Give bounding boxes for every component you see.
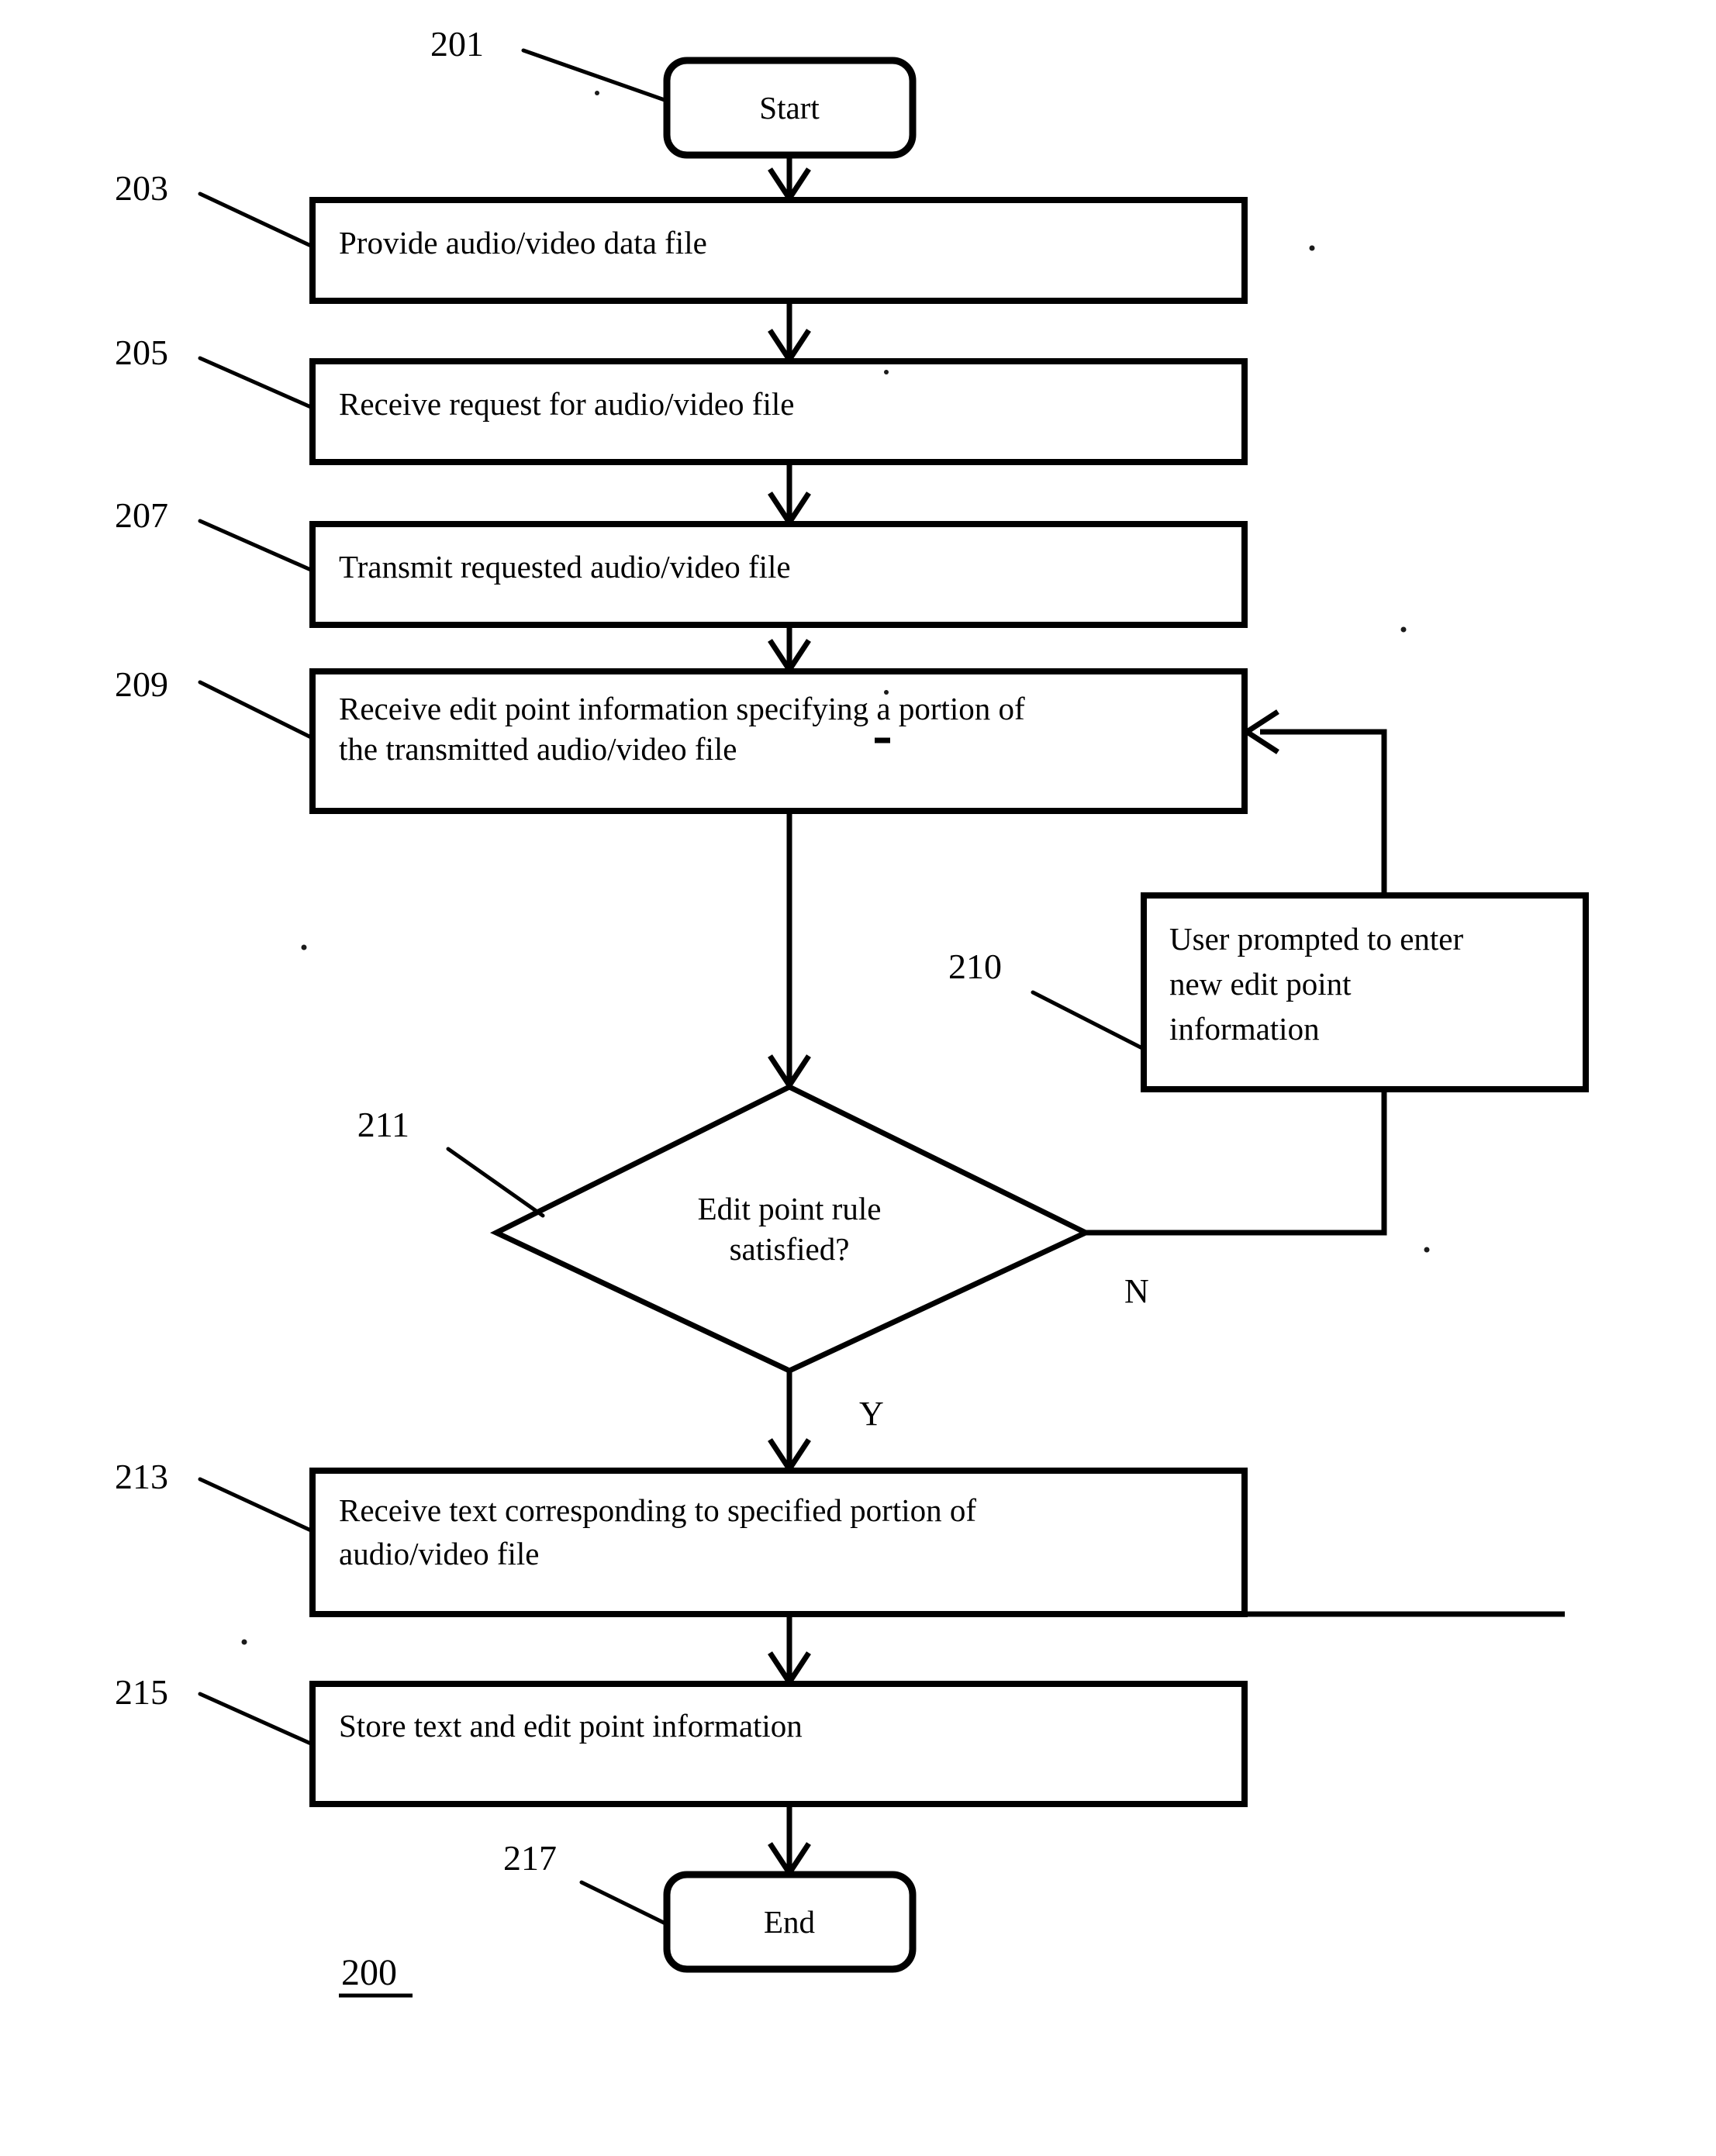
leader-line-213 bbox=[198, 1477, 315, 1533]
decision-diamond-211-shape bbox=[489, 1084, 1093, 1374]
scan-speck bbox=[1309, 245, 1315, 251]
leader-line-217 bbox=[579, 1880, 669, 1927]
decision-diamond-211-label-line2: satisfied? bbox=[730, 1231, 850, 1267]
scan-speck bbox=[301, 944, 307, 950]
ref-numeral-203: 203 bbox=[115, 168, 168, 208]
patent-figure-200: Start 201 Provide audio/video data file … bbox=[0, 0, 1716, 2156]
process-box-207-label: Transmit requested audio/video file bbox=[339, 549, 791, 585]
process-box-203-label: Provide audio/video data file bbox=[339, 225, 707, 260]
scan-speck bbox=[884, 370, 889, 374]
figure-number-label: 200 bbox=[341, 1952, 397, 1993]
branch-label-yes: Y bbox=[859, 1395, 884, 1433]
process-box-210-label-line1: User prompted to enter bbox=[1169, 921, 1463, 957]
process-box-213-label-line2: audio/video file bbox=[339, 1536, 539, 1571]
leader-line-211 bbox=[446, 1147, 545, 1218]
process-box-213-label-line1: Receive text corresponding to specified … bbox=[339, 1492, 976, 1528]
scan-speck bbox=[884, 690, 889, 695]
scan-speck bbox=[595, 91, 599, 95]
ref-numeral-217: 217 bbox=[503, 1838, 557, 1878]
ref-numeral-210: 210 bbox=[948, 947, 1002, 986]
scan-speck bbox=[241, 1639, 247, 1645]
scan-speck bbox=[1400, 626, 1407, 633]
connector-211-no-branch bbox=[1086, 1089, 1387, 1236]
branch-label-no: N bbox=[1124, 1272, 1149, 1310]
process-box-215-label: Store text and edit point information bbox=[339, 1708, 803, 1744]
process-box-209-label-line1: Receive edit point information specifyin… bbox=[339, 691, 1025, 726]
ref-numeral-215: 215 bbox=[115, 1672, 168, 1712]
ref-numeral-209: 209 bbox=[115, 664, 168, 704]
decision-diamond-211-label-line1: Edit point rule bbox=[698, 1191, 882, 1226]
start-terminal-label: Start bbox=[759, 90, 820, 126]
leader-line-207 bbox=[198, 519, 315, 573]
leader-line-215 bbox=[198, 1692, 315, 1747]
flowchart-canvas: Start 201 Provide audio/video data file … bbox=[115, 24, 1589, 1998]
process-box-205-label: Receive request for audio/video file bbox=[339, 386, 794, 422]
ref-numeral-213: 213 bbox=[115, 1457, 168, 1496]
leader-line-203 bbox=[198, 191, 315, 249]
connector-210-to-209-feedback bbox=[1260, 729, 1387, 895]
process-box-215-shape bbox=[309, 1681, 1248, 1807]
leader-line-210 bbox=[1031, 990, 1146, 1051]
process-box-210-label-line3: information bbox=[1169, 1011, 1320, 1047]
scan-speck bbox=[1424, 1247, 1430, 1253]
ref-numeral-207: 207 bbox=[115, 495, 168, 535]
leader-line-209 bbox=[198, 680, 315, 740]
ref-numeral-211: 211 bbox=[357, 1105, 409, 1144]
leader-line-205 bbox=[198, 356, 315, 410]
ref-numeral-205: 205 bbox=[115, 333, 168, 372]
ref-numeral-201: 201 bbox=[430, 24, 484, 64]
process-box-210-label-line2: new edit point bbox=[1169, 966, 1352, 1002]
end-terminal-label: End bbox=[764, 1904, 815, 1940]
process-box-209-label-line2: the transmitted audio/video file bbox=[339, 731, 737, 767]
